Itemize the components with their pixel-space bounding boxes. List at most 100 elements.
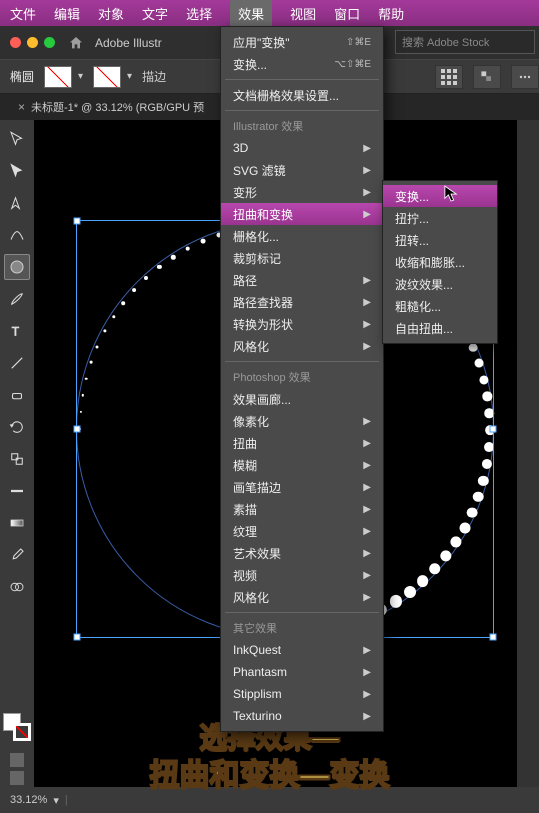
menu-select[interactable]: 选择 [186,4,212,23]
cursor-icon [444,185,458,203]
color-mode-gradient[interactable] [10,771,24,785]
menu-view[interactable]: 视图 [290,4,316,23]
illustrator-effect-item-4[interactable]: 栅格化... [221,225,383,247]
distort-transform-submenu: 变换...扭拧...扭转...收缩和膨胀...波纹效果...粗糙化...自由扭曲… [382,180,498,344]
color-swatches[interactable] [3,713,31,741]
other-effect-item-2[interactable]: Stipplism▶ [221,683,383,705]
selection-tool[interactable] [4,126,30,152]
more-options-button[interactable] [511,65,539,89]
photoshop-effect-item-4[interactable]: 画笔描边▶ [221,476,383,498]
illustrator-effect-item-7[interactable]: 路径查找器▶ [221,291,383,313]
effect-menu-dropdown: 应用"变换"⇧⌘E 变换...⌥⇧⌘E 文档栅格效果设置... Illustra… [220,26,384,732]
illustrator-effect-item-3[interactable]: 扭曲和变换▶ [221,203,383,225]
illustrator-effect-item-0[interactable]: 3D▶ [221,137,383,159]
photoshop-effect-item-8[interactable]: 视频▶ [221,564,383,586]
photoshop-effect-item-0[interactable]: 效果画廊... [221,388,383,410]
search-placeholder: 搜索 Adobe Stock [402,34,489,50]
gradient-tool[interactable] [4,510,30,536]
close-window-button[interactable] [10,37,21,48]
fill-swatch-caret[interactable]: ▾ [78,71,83,82]
photoshop-effect-item-6[interactable]: 纹理▶ [221,520,383,542]
distort-submenu-item-2[interactable]: 扭转... [383,229,497,251]
menu-section-photoshop: Photoshop 效果 [221,366,383,388]
illustrator-effect-item-8[interactable]: 转换为形状▶ [221,313,383,335]
photoshop-effect-item-5[interactable]: 素描▶ [221,498,383,520]
curvature-tool[interactable] [4,222,30,248]
distort-submenu-item-0[interactable]: 变换... [383,185,497,207]
menu-effect[interactable]: 效果 [230,0,272,27]
photoshop-effect-item-3[interactable]: 模糊▶ [221,454,383,476]
photoshop-effect-item-9[interactable]: 风格化▶ [221,586,383,608]
brush-tool[interactable] [4,286,30,312]
menu-file[interactable]: 文件 [10,4,36,23]
stroke-swatch[interactable] [93,66,121,88]
maximize-window-button[interactable] [44,37,55,48]
traffic-lights [10,37,55,48]
status-bar: 33.12% ▾ | [0,787,539,813]
eyedropper-tool[interactable] [4,542,30,568]
type-tool[interactable]: T [4,318,30,344]
pen-tool[interactable] [4,190,30,216]
doc-title[interactable]: 未标题-1* @ 33.12% (RGB/GPU 预 [31,99,204,115]
direct-selection-tool[interactable] [4,158,30,184]
other-effect-item-1[interactable]: Phantasm▶ [221,661,383,683]
other-effect-item-0[interactable]: InkQuest▶ [221,639,383,661]
right-panel-strip[interactable] [517,120,539,813]
line-tool[interactable] [4,350,30,376]
other-effect-item-3[interactable]: Texturino▶ [221,705,383,727]
zoom-caret[interactable]: ▾ [53,794,59,807]
scale-tool[interactable] [4,446,30,472]
rotate-tool[interactable] [4,414,30,440]
handle-e[interactable] [490,426,497,433]
fill-swatch[interactable] [44,66,72,88]
svg-text:T: T [12,325,20,339]
stroke-label: 描边 [142,68,166,85]
distort-submenu-item-4[interactable]: 波纹效果... [383,273,497,295]
zoom-level[interactable]: 33.12% [10,794,47,806]
stock-search-input[interactable]: 搜索 Adobe Stock [395,30,535,54]
menu-section-other: 其它效果 [221,617,383,639]
distort-submenu-item-6[interactable]: 自由扭曲... [383,317,497,339]
menu-doc-raster-settings[interactable]: 文档栅格效果设置... [221,84,383,106]
align-panel-button[interactable] [435,65,463,89]
home-icon[interactable] [67,34,85,52]
stroke-swatch-caret[interactable]: ▾ [127,71,132,82]
doc-close-icon[interactable]: × [18,100,25,114]
eraser-tool[interactable] [4,382,30,408]
minimize-window-button[interactable] [27,37,38,48]
align-icon [441,69,457,85]
menu-section-illustrator: Illustrator 效果 [221,115,383,137]
handle-nw[interactable] [74,218,81,225]
menu-separator [225,79,379,80]
illustrator-effect-item-6[interactable]: 路径▶ [221,269,383,291]
illustrator-effect-item-9[interactable]: 风格化▶ [221,335,383,357]
illustrator-effect-item-5[interactable]: 裁剪标记 [221,247,383,269]
menu-help[interactable]: 帮助 [378,4,404,23]
illustrator-effect-item-2[interactable]: 变形▶ [221,181,383,203]
arrange-panel-button[interactable] [473,65,501,89]
photoshop-effect-item-2[interactable]: 扭曲▶ [221,432,383,454]
handle-sw[interactable] [74,634,81,641]
photoshop-effect-item-7[interactable]: 艺术效果▶ [221,542,383,564]
handle-w[interactable] [74,426,81,433]
menu-separator [225,361,379,362]
menu-edit[interactable]: 编辑 [54,4,80,23]
distort-submenu-item-3[interactable]: 收缩和膨胀... [383,251,497,273]
menu-object[interactable]: 对象 [98,4,124,23]
stroke-color-swatch[interactable] [13,723,31,741]
menu-last-effect[interactable]: 变换...⌥⇧⌘E [221,53,383,75]
color-mode-normal[interactable] [10,753,24,767]
toolbox: T [0,120,34,813]
handle-se[interactable] [490,634,497,641]
menu-separator [225,612,379,613]
distort-submenu-item-5[interactable]: 粗糙化... [383,295,497,317]
menu-type[interactable]: 文字 [142,4,168,23]
illustrator-effect-item-1[interactable]: SVG 滤镜▶ [221,159,383,181]
blend-tool[interactable] [4,574,30,600]
menu-apply-last-effect[interactable]: 应用"变换"⇧⌘E [221,31,383,53]
distort-submenu-item-1[interactable]: 扭拧... [383,207,497,229]
ellipse-tool[interactable] [4,254,30,280]
menu-window[interactable]: 窗口 [334,4,360,23]
width-tool[interactable] [4,478,30,504]
photoshop-effect-item-1[interactable]: 像素化▶ [221,410,383,432]
